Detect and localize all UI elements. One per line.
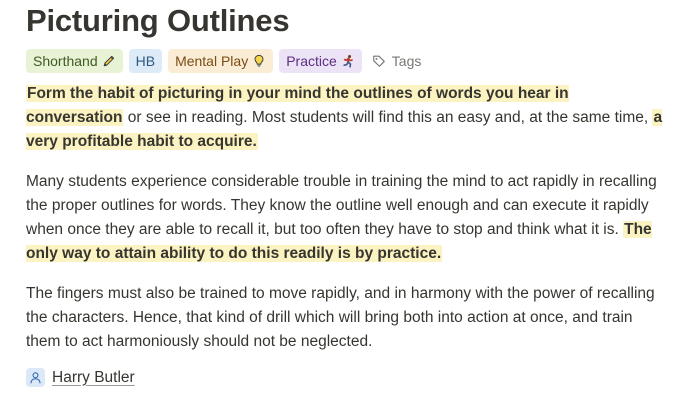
- note-body: Form the habit of picturing in your mind…: [26, 82, 666, 354]
- paragraph: Form the habit of picturing in your mind…: [26, 82, 666, 154]
- tag-label: Mental Play: [175, 52, 249, 69]
- author-link[interactable]: Harry Butler: [26, 368, 135, 387]
- tag-shorthand[interactable]: Shorthand: [26, 48, 123, 73]
- tag-list: Shorthand HB Mental Play Practice Tags: [26, 48, 666, 73]
- paragraph-text: The fingers must also be trained to move…: [26, 285, 655, 350]
- paragraph-text: or see in reading. Most students will fi…: [123, 109, 653, 126]
- add-tags-button[interactable]: Tags: [372, 49, 422, 73]
- page-title: Picturing Outlines: [26, 3, 290, 38]
- tag-practice[interactable]: Practice: [279, 48, 362, 73]
- lightbulb-icon: [254, 54, 264, 67]
- tag-icon: [372, 55, 385, 67]
- tag-mental-play[interactable]: Mental Play: [168, 48, 274, 73]
- tags-button-label: Tags: [391, 52, 422, 69]
- tag-hb[interactable]: HB: [128, 48, 163, 73]
- paragraph: The fingers must also be trained to move…: [26, 282, 666, 354]
- paragraph: Many students experience considerable tr…: [26, 170, 666, 266]
- person-icon: [26, 368, 45, 387]
- tag-label: Practice: [286, 52, 337, 69]
- page: Picturing Outlines Shorthand HB Mental P…: [26, 0, 666, 370]
- paragraph-text: Many students experience considerable tr…: [26, 173, 657, 238]
- tag-label: HB: [135, 52, 156, 69]
- runner-icon: [343, 54, 353, 68]
- pencil-icon: [103, 55, 114, 66]
- author-name: Harry Butler: [52, 368, 135, 386]
- tag-label: Shorthand: [33, 52, 98, 69]
